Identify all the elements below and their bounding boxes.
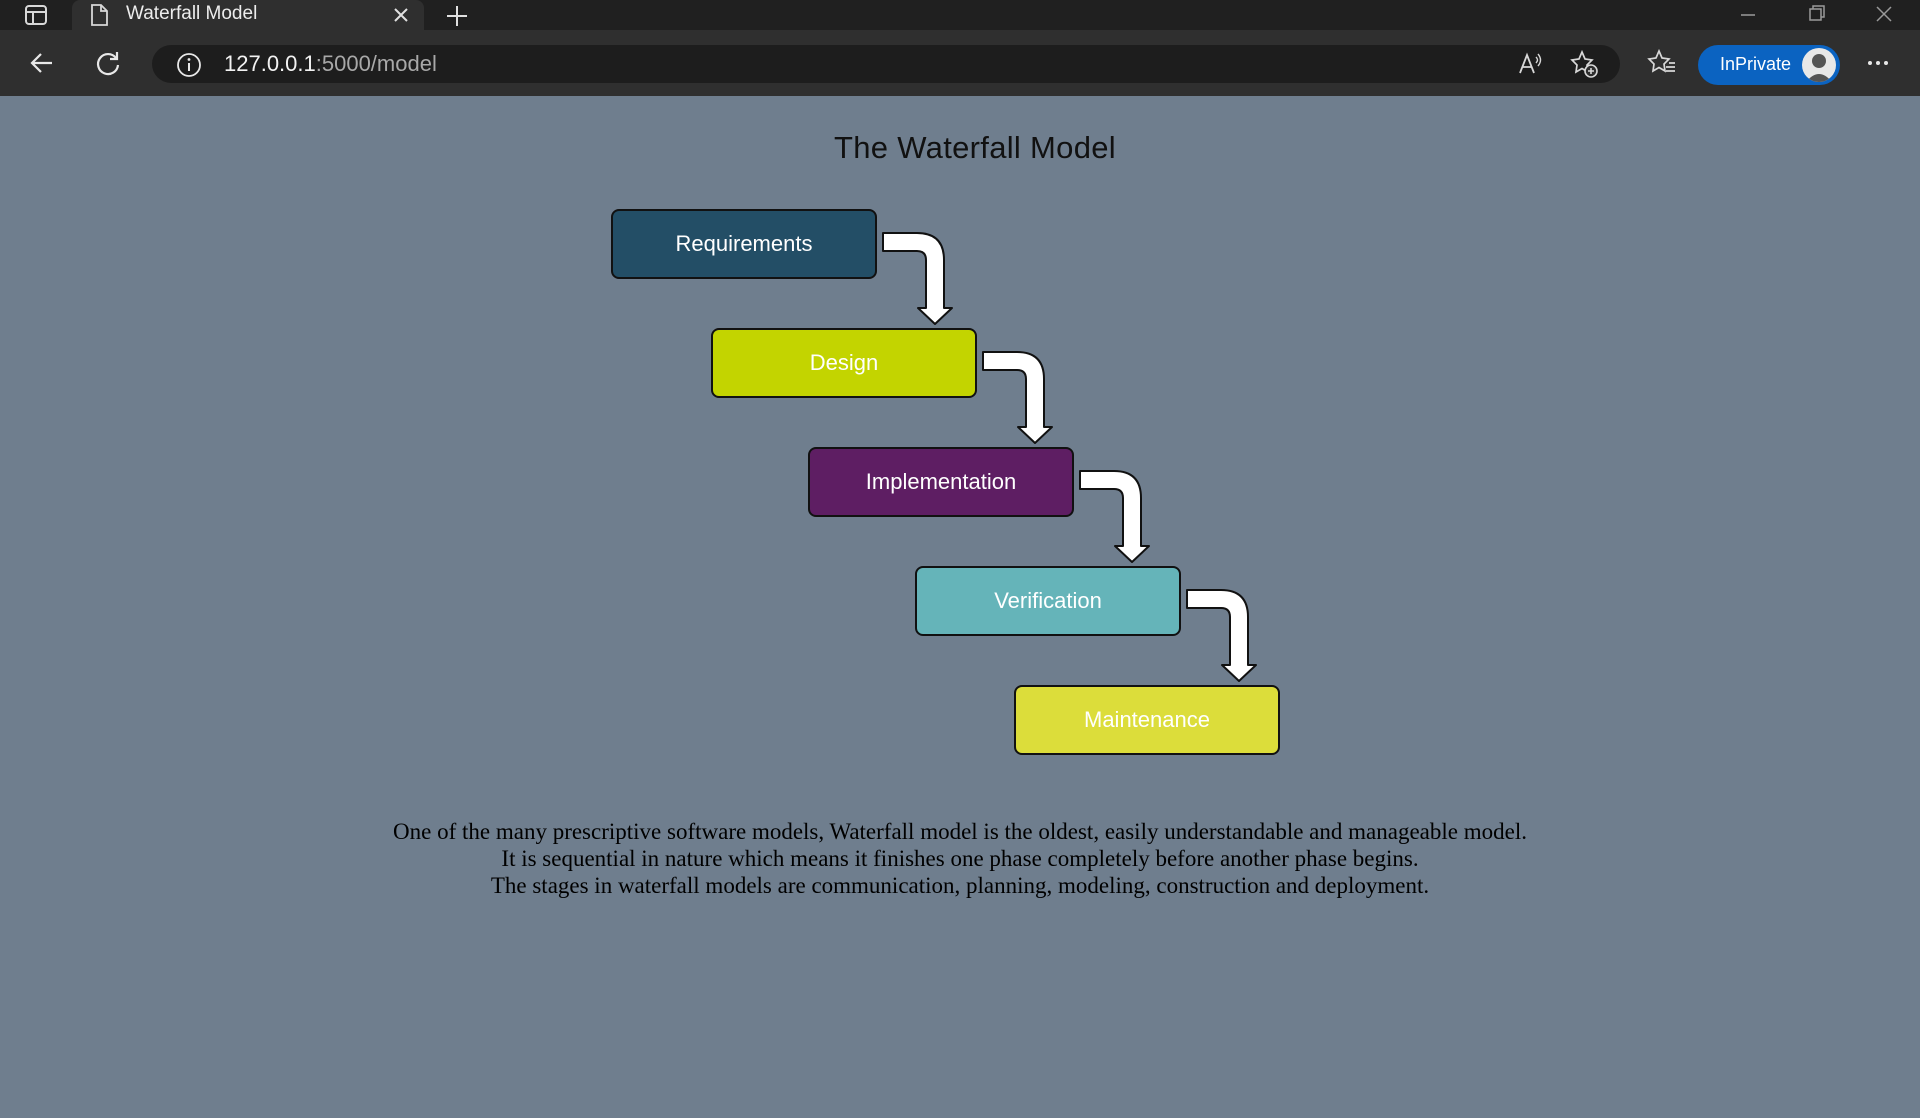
close-tab-icon[interactable]: [390, 4, 412, 26]
new-tab-icon[interactable]: [444, 3, 470, 29]
flow-arrow: [1079, 470, 1150, 563]
flow-arrow: [982, 351, 1053, 444]
inprivate-button[interactable]: InPrivate: [1698, 45, 1840, 85]
browser-toolbar: 127.0.0.1:5000/model InPrivate: [0, 30, 1920, 96]
description: One of the many prescriptive software mo…: [0, 818, 1920, 899]
inprivate-label: InPrivate: [1720, 54, 1792, 74]
tab-actions-icon[interactable]: [14, 2, 58, 28]
tab-title: Waterfall Model: [126, 3, 258, 24]
minimize-icon[interactable]: [1728, 2, 1768, 28]
favorites-icon[interactable]: [1642, 43, 1682, 83]
more-options-icon[interactable]: [1858, 43, 1898, 83]
page-icon: [88, 3, 110, 27]
site-info-icon[interactable]: [176, 52, 202, 78]
back-icon[interactable]: [22, 43, 62, 83]
description-line: It is sequential in nature which means i…: [501, 846, 1419, 871]
waterfall-arrows: [882, 232, 1257, 682]
address-bar[interactable]: 127.0.0.1:5000/model: [152, 45, 1620, 83]
refresh-icon[interactable]: [88, 43, 128, 83]
url-text[interactable]: 127.0.0.1:5000/model: [224, 51, 437, 77]
flow-arrow: [1186, 589, 1257, 682]
description-line: One of the many prescriptive software mo…: [393, 819, 1527, 844]
add-favorite-icon[interactable]: [1564, 44, 1604, 84]
read-aloud-icon[interactable]: [1510, 44, 1550, 84]
close-window-icon[interactable]: [1864, 2, 1904, 28]
url-path: :5000/model: [315, 51, 437, 76]
tab-bar: Waterfall Model: [0, 0, 1920, 30]
restore-icon[interactable]: [1796, 2, 1836, 28]
avatar: [1802, 48, 1836, 82]
description-line: The stages in waterfall models are commu…: [490, 873, 1430, 898]
url-host: 127.0.0.1: [224, 51, 316, 76]
page-content: The Waterfall Model Requirements Design Im…: [0, 96, 1920, 1118]
active-tab[interactable]: Waterfall Model: [72, 0, 424, 30]
flow-arrow: [882, 232, 953, 325]
